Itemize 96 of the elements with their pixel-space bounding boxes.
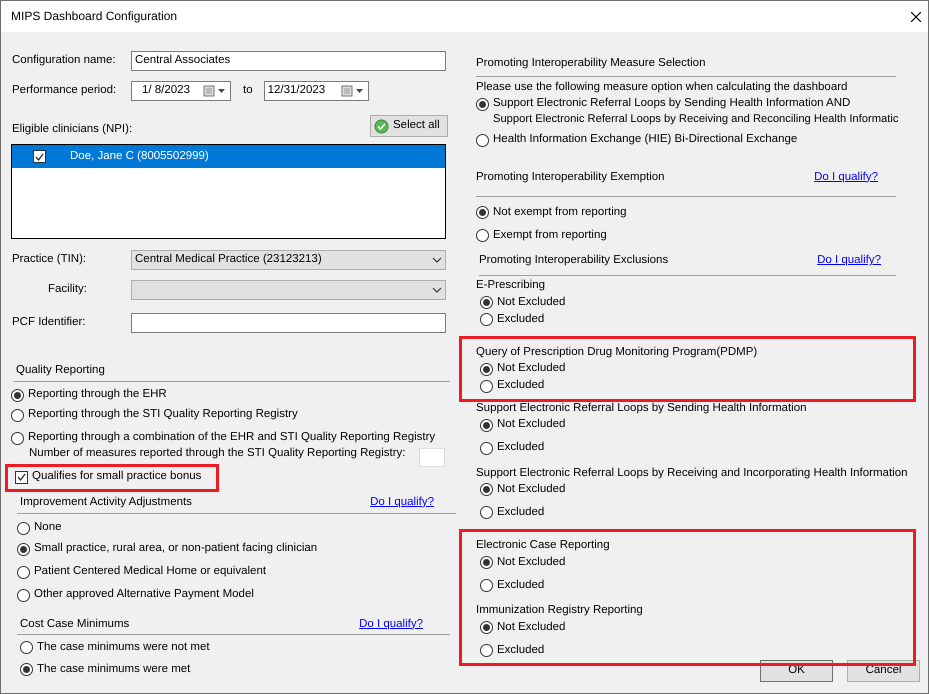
radio-label: Exempt from reporting bbox=[493, 228, 607, 243]
checkbox[interactable] bbox=[15, 470, 28, 484]
radio-label: Excluded bbox=[497, 379, 544, 394]
number-field[interactable] bbox=[419, 448, 446, 467]
radio-label: Reporting through a combination of the EHR and STI Quality Reporting Registry bbox=[28, 431, 436, 446]
radio-label: Not Excluded bbox=[497, 556, 566, 570]
field-label: Eligible clinicians (NPI): bbox=[11, 123, 132, 137]
radio-button[interactable] bbox=[17, 542, 30, 556]
radio-button[interactable] bbox=[20, 663, 33, 676]
radio-button[interactable] bbox=[480, 579, 493, 592]
radio-button[interactable] bbox=[480, 312, 493, 326]
radio-label: Other approved Alternative Payment Model bbox=[34, 588, 254, 602]
radio-button[interactable] bbox=[17, 566, 30, 579]
calendar-caret-icon bbox=[203, 85, 227, 97]
radio-button[interactable] bbox=[480, 483, 493, 496]
radio-label: Not Excluded bbox=[497, 296, 566, 310]
window-title: MIPS Dashboard Configuration bbox=[11, 9, 178, 24]
check-icon bbox=[35, 152, 44, 160]
calendar-caret-icon bbox=[340, 85, 365, 97]
section-title: Improvement Activity Adjustments bbox=[20, 496, 192, 510]
radio-label: Reporting through the STI Quality Reporting Registry bbox=[28, 408, 298, 422]
measures-label: Number of measures reported through the STI Quality Reporting Registry: bbox=[29, 446, 406, 461]
radio-button[interactable] bbox=[476, 134, 489, 147]
field-label: Facility: bbox=[47, 283, 88, 297]
qualify-link[interactable]: Do I qualify? bbox=[359, 618, 423, 632]
checkbox-label: Qualifies for small practice bonus bbox=[32, 470, 202, 484]
radio-label: Support Electronic Referral Loops by Sending Health Information AND bbox=[493, 97, 850, 111]
check-circle-icon bbox=[374, 118, 389, 134]
list-row[interactable]: Doe, Jane C (8005502999) bbox=[12, 145, 445, 168]
measure-title: Query of Prescription Drug Monitoring Program(PDMP) bbox=[476, 346, 758, 360]
qualify-link[interactable]: Do I qualify? bbox=[817, 254, 881, 268]
radio-button[interactable] bbox=[480, 296, 493, 309]
text-field[interactable]: Central Associates bbox=[131, 51, 446, 71]
radio-label: Not Excluded bbox=[497, 620, 566, 634]
radio-button[interactable] bbox=[476, 98, 489, 111]
radio-label: None bbox=[34, 521, 62, 535]
chevron-icon bbox=[432, 287, 442, 293]
radio-button[interactable] bbox=[480, 418, 493, 432]
radio-label: Excluded bbox=[497, 644, 544, 658]
radio-button[interactable] bbox=[17, 588, 30, 602]
radio-button[interactable] bbox=[480, 620, 493, 634]
date-picker[interactable]: 1/ 8/2023 bbox=[131, 81, 231, 101]
radio-label: The case minimums were met bbox=[37, 662, 190, 677]
radio-label: Excluded bbox=[497, 506, 544, 520]
radio-button[interactable] bbox=[20, 641, 33, 654]
radio-button[interactable] bbox=[480, 380, 493, 393]
instruction-text: Please use the following measure option when calculating the dashboard bbox=[476, 80, 848, 95]
radio-label: Not Excluded bbox=[497, 482, 566, 497]
radio-label: Not Excluded bbox=[497, 418, 566, 432]
close-icon[interactable] bbox=[911, 12, 921, 22]
radio-label: Support Electronic Referral Loops by Receiving and Reconciling Health Informatic bbox=[492, 112, 900, 127]
radio-label: Health Information Exchange (HIE) Bi-Directional Exchange bbox=[493, 133, 798, 147]
radio-label: Excluded bbox=[497, 441, 544, 455]
chevron-icon bbox=[432, 257, 442, 263]
qualify-link[interactable]: Do I qualify? bbox=[370, 496, 434, 510]
date-picker[interactable]: 12/31/2023 bbox=[264, 81, 369, 101]
radio-button[interactable] bbox=[480, 644, 493, 657]
radio-button[interactable] bbox=[476, 206, 489, 220]
radio-button[interactable] bbox=[11, 388, 24, 402]
measure-title: E-Prescribing bbox=[476, 279, 546, 293]
radio-label: Reporting through the EHR bbox=[28, 388, 167, 402]
radio-button[interactable] bbox=[480, 362, 493, 376]
radio-button[interactable] bbox=[480, 442, 493, 455]
radio-button[interactable] bbox=[11, 408, 24, 422]
measure-title: Support Electronic Referral Loops by Receiving and Incorporating Health Information bbox=[476, 466, 908, 480]
radio-button[interactable] bbox=[476, 229, 489, 242]
radio-button[interactable] bbox=[480, 556, 493, 570]
field-label: Practice (TIN): bbox=[11, 253, 88, 267]
dropdown[interactable]: Central Medical Practice (23123213) bbox=[131, 250, 446, 270]
field-label: to bbox=[243, 84, 253, 98]
section-title: Promoting Interoperability Measure Selection bbox=[476, 57, 706, 71]
measure-title: Support Electronic Referral Loops by Sending Health Information bbox=[476, 402, 808, 416]
radio-button[interactable] bbox=[17, 522, 30, 535]
select-all-button[interactable]: Select all bbox=[370, 115, 448, 137]
field-label: PCF Identifier: bbox=[11, 316, 86, 330]
field-label: Configuration name: bbox=[11, 54, 117, 68]
checkbox[interactable] bbox=[33, 150, 46, 163]
radio-label: Excluded bbox=[497, 578, 544, 593]
section-title: Promoting Interoperability Exemption bbox=[476, 170, 665, 184]
radio-label: Patient Centered Medical Home or equivalent bbox=[34, 565, 266, 579]
radio-label: Small practice, rural area, or non-patient facing clinician bbox=[34, 542, 318, 556]
radio-button[interactable] bbox=[480, 506, 493, 520]
qualify-link[interactable]: Do I qualify? bbox=[814, 170, 878, 184]
measure-title: Immunization Registry Reporting bbox=[476, 604, 644, 618]
check-icon bbox=[17, 473, 26, 482]
radio-label: Excluded bbox=[497, 312, 544, 326]
radio-button[interactable] bbox=[11, 432, 24, 445]
radio-label: Not Excluded bbox=[497, 362, 566, 376]
section-title: Quality Reporting bbox=[16, 364, 105, 378]
section-title: Promoting Interoperability Exclusions bbox=[479, 254, 668, 268]
text-field[interactable] bbox=[131, 313, 446, 333]
measure-title: Electronic Case Reporting bbox=[476, 539, 611, 554]
section-title: Cost Case Minimums bbox=[20, 618, 130, 632]
radio-label: Not exempt from reporting bbox=[493, 206, 627, 220]
radio-label: The case minimums were not met bbox=[37, 640, 210, 655]
field-label: Performance period: bbox=[11, 84, 118, 98]
